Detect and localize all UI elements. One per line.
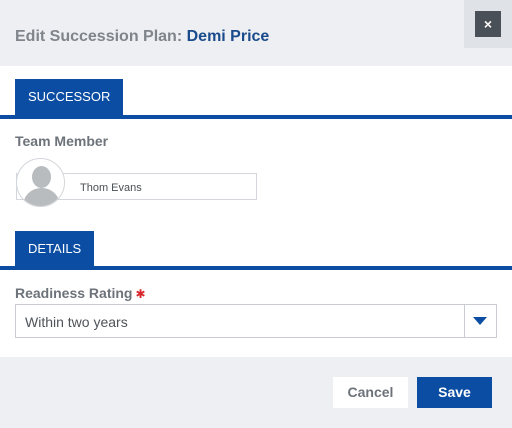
- avatar: [16, 158, 65, 207]
- readiness-rating-value: Within two years: [25, 314, 128, 330]
- avatar-body: [23, 188, 60, 206]
- avatar-head: [32, 166, 51, 188]
- readiness-rating-text: Readiness Rating: [15, 285, 133, 301]
- tab-successor: SUCCESSOR: [15, 79, 124, 115]
- readiness-rating-select[interactable]: Within two years: [15, 304, 497, 338]
- select-divider: [464, 305, 465, 337]
- dialog-title: Edit Succession Plan: Demi Price: [15, 28, 269, 46]
- close-button[interactable]: ×: [464, 0, 512, 48]
- dialog-header: Edit Succession Plan: Demi Price ×: [0, 0, 512, 66]
- readiness-rating-label: Readiness Rating ✱: [15, 285, 146, 301]
- cancel-button[interactable]: Cancel: [333, 377, 408, 408]
- team-member-value: Thom Evans: [80, 182, 142, 194]
- tab-details: DETAILS: [15, 231, 95, 267]
- save-button[interactable]: Save: [417, 377, 492, 408]
- close-icon[interactable]: ×: [475, 11, 501, 37]
- successor-section-rule: [0, 115, 512, 119]
- dialog-title-name: Demi Price: [186, 28, 270, 45]
- team-member-label: Team Member: [15, 133, 109, 149]
- details-section-rule: [0, 266, 512, 270]
- chevron-down-icon[interactable]: [473, 317, 487, 325]
- required-marker: ✱: [135, 287, 146, 301]
- dialog-title-prefix: Edit Succession Plan:: [15, 28, 183, 45]
